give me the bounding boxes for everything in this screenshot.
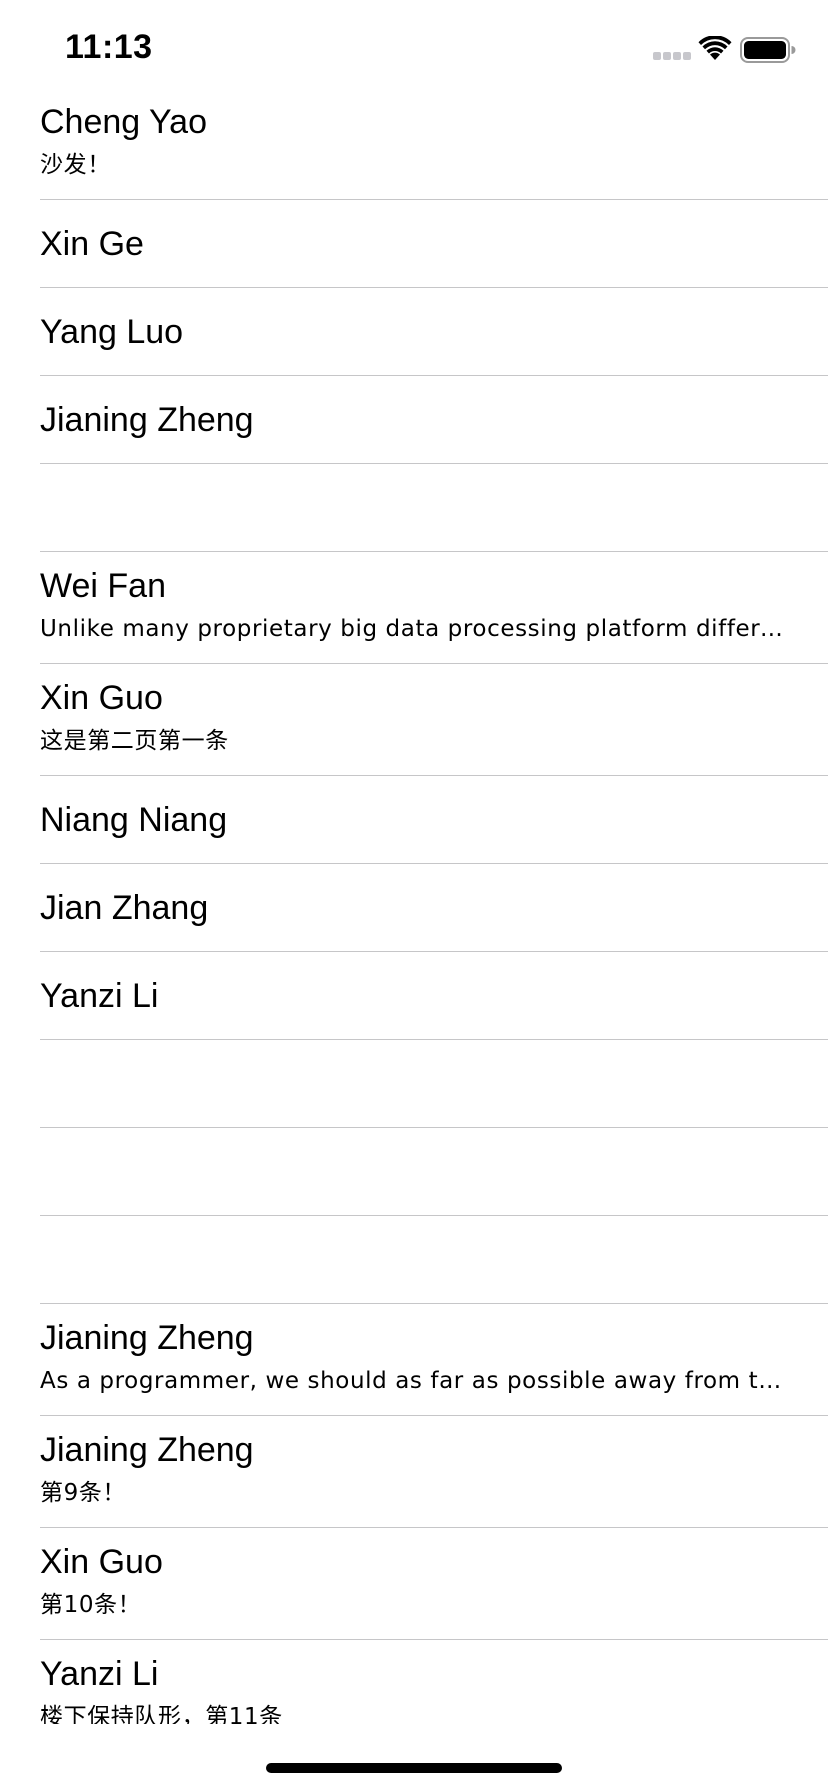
list-item-empty[interactable] xyxy=(0,1216,828,1304)
item-title: Xin Guo xyxy=(40,1543,163,1581)
item-title: Xin Guo xyxy=(40,679,163,717)
item-title: Jianing Zheng xyxy=(40,401,254,439)
item-title: Yanzi Li xyxy=(40,977,159,1015)
list-item-empty[interactable] xyxy=(0,464,828,552)
item-subtitle: 第10条！ xyxy=(40,1592,142,1618)
list-item[interactable]: Xin Guo 第10条！ xyxy=(0,1528,828,1640)
list-item[interactable]: Jianing Zheng xyxy=(0,376,828,464)
list-item[interactable]: Wei Fan Unlike many proprietary big data… xyxy=(0,552,828,664)
list-item[interactable]: Xin Guo 这是第二页第一条 xyxy=(0,664,828,776)
item-title: Xin Ge xyxy=(40,225,144,263)
item-title: Niang Niang xyxy=(40,801,228,839)
item-subtitle: 沙发！ xyxy=(40,152,111,178)
list-item[interactable]: Jianing Zheng As a programmer, we should… xyxy=(0,1304,828,1416)
list-item[interactable]: Yanzi Li 楼下保持队形，第11条 xyxy=(0,1640,828,1724)
item-subtitle: 楼下保持队形，第11条 xyxy=(40,1704,283,1724)
status-bar: 11:13 xyxy=(0,0,828,100)
item-subtitle: Unlike many proprietary big data process… xyxy=(40,616,790,642)
item-title: Cheng Yao xyxy=(40,103,207,141)
list-item[interactable]: Jianing Zheng 第9条！ xyxy=(0,1416,828,1528)
status-time: 11:13 xyxy=(65,28,153,66)
battery-icon xyxy=(740,37,796,63)
item-title: Jianing Zheng xyxy=(40,1319,254,1357)
home-indicator[interactable] xyxy=(266,1763,562,1773)
list-item-empty[interactable] xyxy=(0,1040,828,1128)
list-item[interactable]: Jian Zhang xyxy=(0,864,828,952)
item-subtitle: 第9条！ xyxy=(40,1480,127,1506)
item-title: Jianing Zheng xyxy=(40,1431,254,1469)
wifi-icon xyxy=(698,36,732,60)
list-item-empty[interactable] xyxy=(0,1128,828,1216)
list-item[interactable]: Yanzi Li xyxy=(0,952,828,1040)
list-item[interactable]: Xin Ge xyxy=(0,200,828,288)
item-subtitle: 这是第二页第一条 xyxy=(40,728,229,754)
item-subtitle: As a programmer, we should as far as pos… xyxy=(40,1368,790,1394)
item-title: Yanzi Li xyxy=(40,1655,159,1693)
message-list[interactable]: Cheng Yao 沙发！ Xin Ge Yang Luo Jianing Zh… xyxy=(0,88,828,1724)
item-title: Wei Fan xyxy=(40,567,166,605)
signal-dots-icon xyxy=(653,52,691,62)
list-item[interactable]: Niang Niang xyxy=(0,776,828,864)
item-title: Yang Luo xyxy=(40,313,184,351)
list-item[interactable]: Cheng Yao 沙发！ xyxy=(0,88,828,200)
list-item[interactable]: Yang Luo xyxy=(0,288,828,376)
screen: 11:13 Cheng Yao 沙发！ Xin Ge Yang Luo Jian… xyxy=(0,0,828,1792)
item-title: Jian Zhang xyxy=(40,889,209,927)
